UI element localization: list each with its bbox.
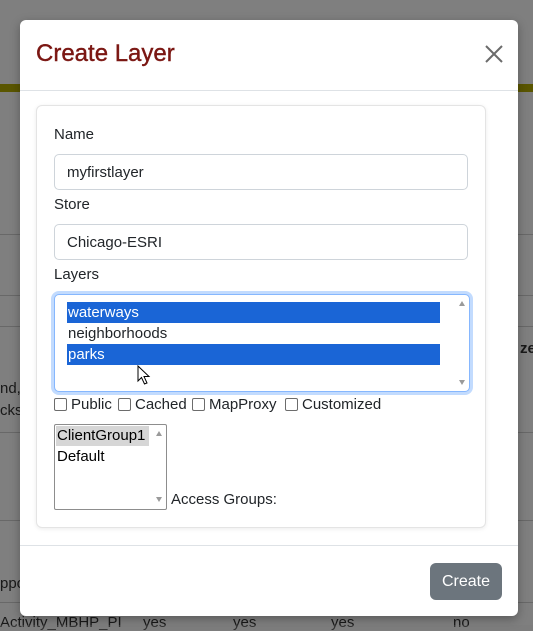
- mouse-pointer-icon: [137, 365, 151, 385]
- close-button[interactable]: [482, 42, 506, 66]
- layers-listbox[interactable]: waterways neighborhoods parks: [54, 294, 470, 392]
- customized-label[interactable]: Customized: [302, 396, 381, 414]
- modal-footer: [20, 545, 518, 546]
- layer-option-waterways[interactable]: waterways: [67, 302, 440, 323]
- name-input[interactable]: [54, 154, 468, 190]
- access-group-option-clientgroup1[interactable]: ClientGroup1: [56, 426, 149, 446]
- close-icon: [485, 45, 503, 63]
- access-groups-label: Access Groups:: [171, 491, 277, 508]
- mapproxy-checkbox[interactable]: [192, 398, 205, 411]
- mapproxy-label[interactable]: MapProxy: [209, 396, 277, 414]
- create-button[interactable]: Create: [430, 563, 502, 600]
- layer-option-parks[interactable]: parks: [67, 344, 440, 365]
- public-checkbox[interactable]: [54, 398, 67, 411]
- modal-title: Create Layer: [36, 40, 175, 67]
- scroll-down-icon[interactable]: [156, 497, 162, 502]
- scroll-up-icon[interactable]: [156, 431, 162, 436]
- name-label: Name: [54, 126, 95, 143]
- public-label[interactable]: Public: [71, 396, 112, 414]
- store-input[interactable]: [54, 224, 468, 260]
- cached-checkbox[interactable]: [118, 398, 131, 411]
- scroll-up-icon[interactable]: [459, 301, 465, 306]
- scroll-down-icon[interactable]: [459, 380, 465, 385]
- modal-header: Create Layer: [20, 20, 518, 91]
- access-group-option-default[interactable]: Default: [56, 447, 149, 467]
- layers-label: Layers: [54, 266, 100, 283]
- customized-checkbox[interactable]: [285, 398, 298, 411]
- layer-form-card: Name Store Layers waterways neighborhood…: [36, 105, 486, 528]
- access-groups-listbox[interactable]: ClientGroup1 Default: [54, 424, 167, 510]
- create-layer-modal: Create Layer Name Store Layers waterways…: [20, 20, 518, 616]
- store-label: Store: [54, 196, 90, 213]
- cached-label[interactable]: Cached: [135, 396, 187, 414]
- layer-option-neighborhoods[interactable]: neighborhoods: [67, 323, 440, 344]
